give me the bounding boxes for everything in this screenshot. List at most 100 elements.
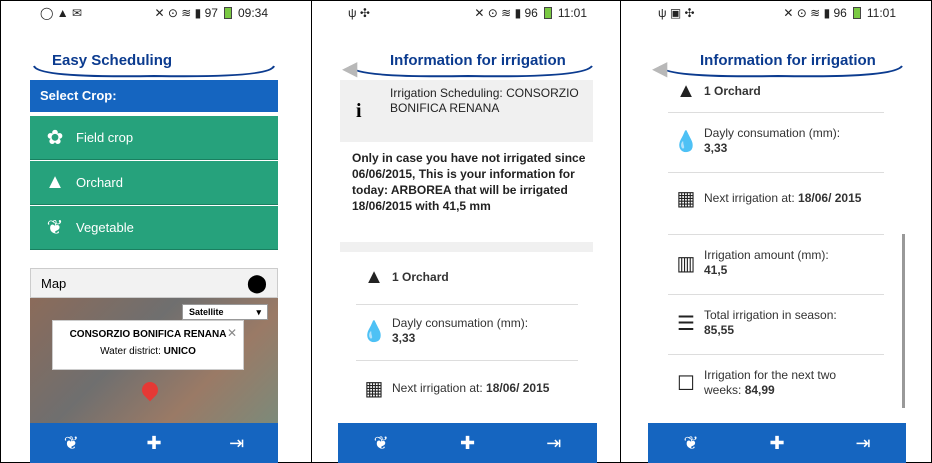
two-weeks-value: 84,99 [744,383,775,397]
battery-icon [223,7,232,19]
leaf-nav-icon[interactable]: ❦ [51,433,91,454]
leaf-nav-icon[interactable]: ❦ [671,433,711,454]
login-icon[interactable]: ⇥ [534,433,574,454]
bottom-nav: ❦ ✚ ⇥ [338,423,597,463]
season-total-row: ☰ Total irrigation in season: 85,55 [668,308,888,338]
back-arrow-icon[interactable]: ◀ [652,56,667,81]
battery-icon [852,7,861,19]
status-right-icons: ✕ ⊙ ≋ ▮ 97 [154,6,218,20]
map-pin-icon: ⬤ [246,272,267,293]
tree-icon: ▲ [45,171,65,193]
next-irrigation-text: Next irrigation at: 18/06/ 2015 [704,191,864,206]
clock: 09:34 [237,6,268,20]
calendar-icon: ▦ [364,378,384,400]
page-title: Information for irrigation [390,52,566,69]
clock: 11:01 [866,6,896,20]
tree-icon: ▲ [364,266,384,288]
crop-orchard[interactable]: ▲ Orchard [30,161,278,205]
scheduling-title: Irrigation Scheduling: CONSORZIO BONIFIC… [390,86,579,115]
next-value: 18/06/ 2015 [486,381,550,395]
calendar-blank-icon: ☐ [677,372,695,395]
consumption-label: Dayly consumation (mm): [704,126,841,140]
divider [620,0,621,463]
page-title: Easy Scheduling [52,52,173,69]
amount-text: Irrigation amount (mm): 41,5 [704,248,829,278]
clock: 11:01 [557,6,587,20]
scrollbar[interactable] [902,234,905,408]
add-user-icon[interactable]: ✚ [134,433,174,454]
map-type-value: Satellite [189,307,224,317]
crop-label: Vegetable [76,220,134,235]
battery-icon [543,7,552,19]
divider [356,360,578,361]
phone-screen-2: ψ ✣ ✕ ⊙ ≋ ▮ 96 11:01 ◀ Information for ir… [338,0,597,463]
status-right-icons: ✕ ⊙ ≋ ▮ 96 [474,6,538,20]
consumption-value: 3,33 [392,331,416,345]
consumption-label: Dayly consumation (mm): [392,316,529,330]
two-weeks-text: Irrigation for the next two weeks: 84,99 [704,368,874,398]
scheduling-header: i Irrigation Scheduling: CONSORZIO BONIF… [340,80,593,142]
add-user-icon[interactable]: ✚ [757,433,797,454]
divider [668,234,884,235]
crop-field-crop[interactable]: ✿ Field crop [30,116,278,160]
orchard-row: ▲ 1 Orchard [668,80,888,103]
map-header[interactable]: Map ⬤ [30,268,278,298]
crop-vegetable[interactable]: ❦ Vegetable [30,206,278,250]
drop-icon: 💧 [673,130,699,153]
add-user-icon[interactable]: ✚ [447,433,487,454]
info-icon: i [356,100,362,122]
phone-screen-3: ψ ▣ ✣ ✕ ⊙ ≋ ▮ 96 11:01 ◀ Information for … [648,0,906,463]
season-text: Total irrigation in season: 85,55 [704,308,837,338]
next-irrigation-row: ▦ Next irrigation at: 18/06/ 2015 [668,186,888,211]
next-irrigation-row: ▦ Next irrigation at: 18/06/ 2015 [356,376,576,401]
map-type-select[interactable]: Satellite ▾ [182,304,268,320]
status-bar: ψ ✣ ✕ ⊙ ≋ ▮ 96 11:01 [338,0,597,26]
close-icon[interactable]: ✕ [227,326,237,340]
consumption-value: 3,33 [704,141,728,155]
back-arrow-icon[interactable]: ◀ [342,56,357,81]
district-value: UNICO [163,346,196,357]
page-title: Information for irrigation [700,52,876,69]
status-left-icons: ψ ▣ ✣ [658,6,695,20]
irrigation-amount-row: ▥ Irrigation amount (mm): 41,5 [668,248,888,278]
next-value: 18/06/ 2015 [798,191,862,205]
divider [668,112,884,113]
orchard-row: ▲ 1 Orchard [356,266,576,289]
crop-label: Orchard [76,175,123,190]
bar-chart-icon: ▥ [676,252,696,275]
consumption-row: 💧 Dayly consumation (mm): 3,33 [356,316,576,346]
login-icon[interactable]: ⇥ [843,433,883,454]
season-label: Total irrigation in season: [704,308,837,322]
status-bar: ψ ▣ ✣ ✕ ⊙ ≋ ▮ 96 11:01 [648,0,906,26]
consumption-text: Dayly consumation (mm): 3,33 [704,126,840,156]
divider [356,304,578,305]
divider [668,172,884,173]
title-bar: ◀ Information for irrigation [648,26,906,80]
tree-icon: ▲ [676,80,696,102]
next-label: Next irrigation at: [704,191,795,205]
popup-title: CONSORZIO BONIFICA RENANA [69,329,227,340]
next-label: Next irrigation at: [392,381,483,395]
irrigation-message: Only in case you have not irrigated sinc… [352,151,586,213]
divider [668,354,884,355]
status-right-icons: ✕ ⊙ ≋ ▮ 96 [783,6,847,20]
divider [311,0,312,463]
chevron-down-icon: ▾ [256,307,261,317]
separator-band [340,242,593,252]
sprout-icon: ✿ [46,127,64,149]
amount-value: 41,5 [704,263,728,277]
next-irrigation-text: Next irrigation at: 18/06/ 2015 [392,381,562,396]
database-icon: ☰ [677,312,695,335]
map-label: Map [41,275,67,291]
leaf-icon: ❦ [46,217,64,239]
drop-icon: 💧 [361,320,387,343]
divider [668,294,884,295]
login-icon[interactable]: ⇥ [217,433,257,454]
status-bar: ◯ ▲ ✉ ✕ ⊙ ≋ ▮ 97 09:34 [30,0,278,26]
status-left-icons: ψ ✣ [348,6,370,20]
leaf-nav-icon[interactable]: ❦ [361,433,401,454]
consumption-row: 💧 Dayly consumation (mm): 3,33 [668,126,888,156]
title-bar: Easy Scheduling [30,26,278,80]
consumption-text: Dayly consumation (mm): 3,33 [392,316,528,346]
orchard-label: 1 Orchard [704,84,761,98]
